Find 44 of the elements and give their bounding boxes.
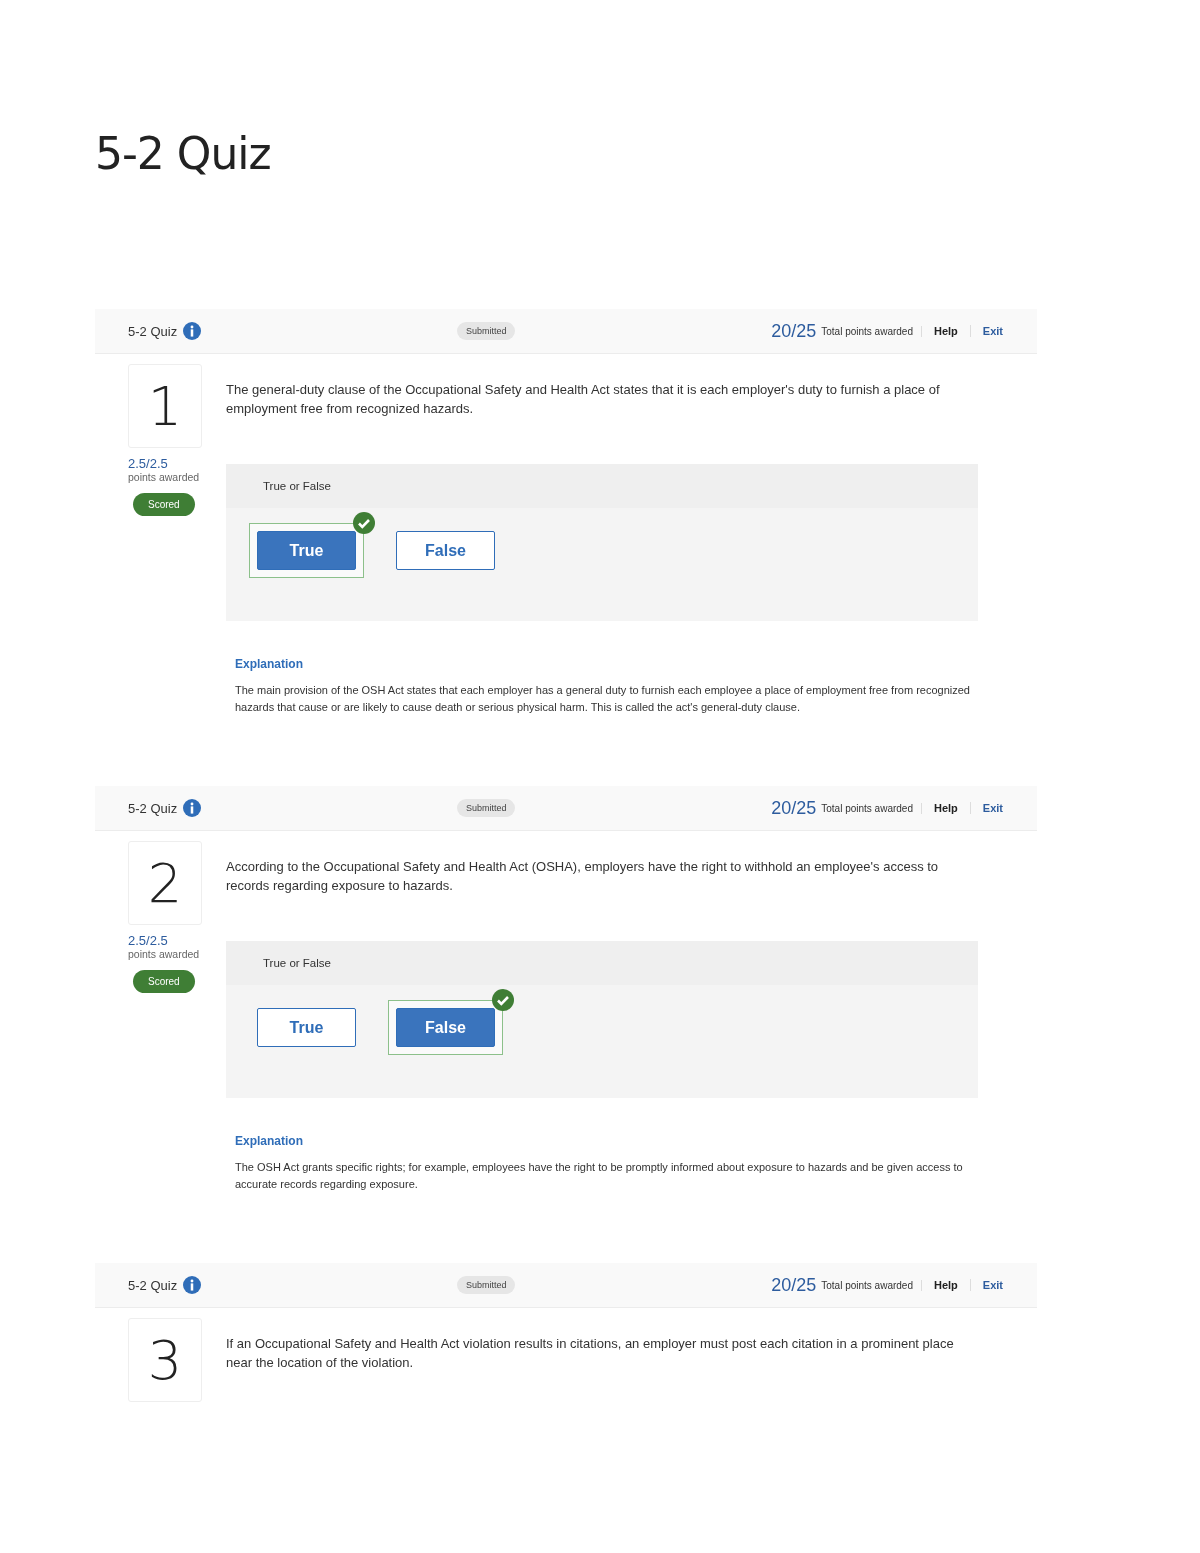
total-score: 20/25 [771,1274,817,1296]
info-icon[interactable] [183,799,202,817]
status-badge: Submitted [456,799,516,817]
answer-option[interactable]: True [257,531,356,570]
exit-link[interactable]: Exit [970,325,1015,337]
explanation-text: The main provision of the OSH Act states that each employer has a general duty to furnish each employee a place of employment free from recognized hazards that cause or are likely to cause death or serious physical harm. This is called the act's general-duty clause. [235,683,971,715]
total-score: 20/25 [771,797,817,819]
help-link[interactable]: Help [921,802,971,814]
scored-badge: Scored [133,493,195,516]
status-badge: Submitted [456,1276,516,1294]
scored-badge: Scored [133,970,195,993]
exit-link[interactable]: Exit [970,802,1015,814]
question-text: If an Occupational Safety and Health Act violation results in citations, an employer must post each citation in a prominent place near the location of the violation. [226,1335,955,1372]
points-label: points awarded [128,471,200,483]
status-badge: Submitted [456,322,516,340]
quiz-name: 5-2 Quiz [128,800,178,816]
question-text: According to the Occupational Safety and Health Act (OSHA), employers have the right to withhold an employee's access to records regarding exposure to hazards. [226,858,940,895]
page-title: 5-2 Quiz [95,128,272,179]
points-score: 2.5/2.5 [128,456,168,471]
score-label: Total points awarded [821,1279,922,1291]
quiz-name: 5-2 Quiz [128,1277,178,1293]
answer-option[interactable]: True [257,1008,356,1047]
question-number: 1 [128,364,202,448]
explanation-text: The OSH Act grants specific rights; for example, employees have the right to be promptly informed about exposure to hazards and be given access to accurate records regarding exposure. [235,1160,964,1192]
score-label: Total points awarded [821,325,922,337]
points-label: points awarded [128,948,200,960]
explanation-title: Explanation [235,657,304,671]
question-type: True or False [263,480,331,492]
info-icon[interactable] [183,1276,202,1294]
answer-option[interactable]: False [396,1008,495,1047]
question-text: The general-duty clause of the Occupational Safety and Health Act states that it is each employer's duty to furnish a place of employment free from recognized hazards. [226,381,941,418]
exit-link[interactable]: Exit [970,1279,1015,1291]
question-type: True or False [263,957,331,969]
question-number: 3 [128,1318,202,1402]
answer-option[interactable]: False [396,531,495,570]
points-score: 2.5/2.5 [128,933,168,948]
quiz-name: 5-2 Quiz [128,323,178,339]
total-score: 20/25 [771,320,817,342]
score-label: Total points awarded [821,802,922,814]
help-link[interactable]: Help [921,325,971,337]
explanation-title: Explanation [235,1134,304,1148]
help-link[interactable]: Help [921,1279,971,1291]
question-number: 2 [128,841,202,925]
info-icon[interactable] [183,322,202,340]
